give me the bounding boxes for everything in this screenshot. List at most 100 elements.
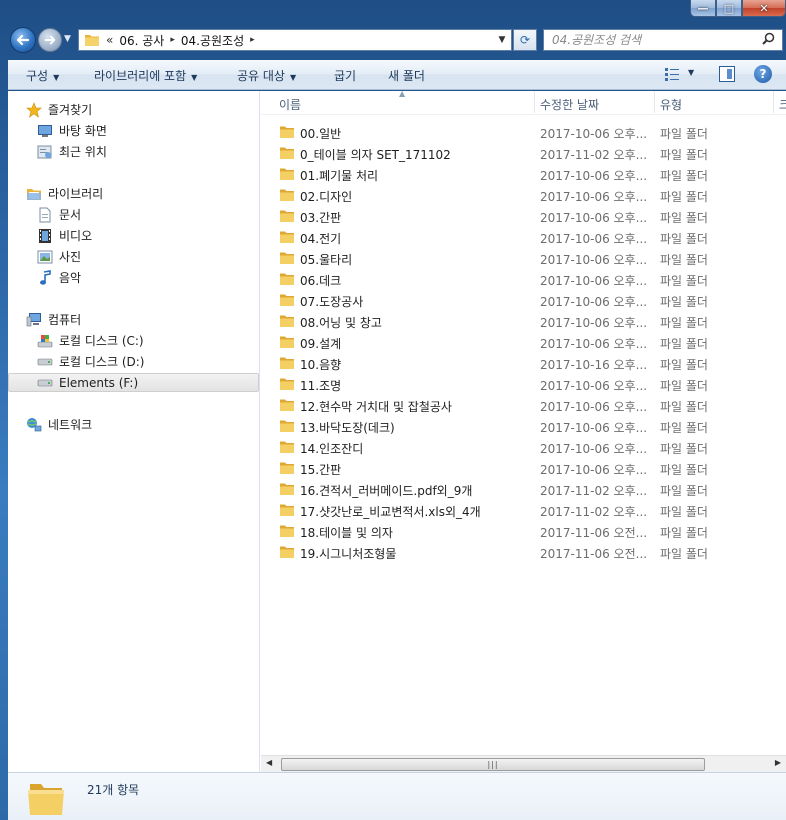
file-type: 파일 폴더 <box>660 232 708 246</box>
file-row[interactable]: 19.시그니처조형물 2017-11-06 오전... 파일 폴더 <box>261 542 786 563</box>
folder-icon <box>279 398 295 415</box>
chevron-down-icon: ▼ <box>191 73 198 82</box>
column-divider[interactable] <box>534 91 535 113</box>
item-count: 21개 항목 <box>87 783 140 797</box>
file-row[interactable]: 12.현수막 거치대 및 잡철공사 2017-10-06 오후... 파일 폴더 <box>261 395 786 416</box>
nav-libraries-label: 라이브러리 <box>48 187 104 201</box>
file-row[interactable]: 18.테이블 및 의자 2017-11-06 오전... 파일 폴더 <box>261 521 786 542</box>
file-date: 2017-10-16 오후... <box>540 358 648 372</box>
breadcrumb-item[interactable]: 06. 공사 <box>119 32 164 49</box>
breadcrumb-overflow[interactable]: « <box>106 33 113 47</box>
address-dropdown[interactable]: ▼ <box>493 30 511 50</box>
file-date: 2017-10-06 오후... <box>540 211 648 225</box>
desktop-icon <box>37 123 53 139</box>
nav-favorites[interactable]: 즐겨찾기 <box>26 100 92 119</box>
recent-pages-dropdown[interactable]: ▼ <box>64 34 71 44</box>
file-name: 10.음향 <box>300 358 342 372</box>
scroll-left-icon[interactable]: ◀ <box>266 758 272 767</box>
nav-drive-c[interactable]: 로컬 디스크 (C:) <box>37 331 144 350</box>
file-row[interactable]: 08.어닝 및 창고 2017-10-06 오후... 파일 폴더 <box>261 311 786 332</box>
maximize-button[interactable]: □ <box>716 0 742 17</box>
address-row: ▼ « 06. 공사 ▸ 04.공원조성 ▸ ▼ ⟳ <box>0 26 786 56</box>
nav-drive-f[interactable]: Elements (F:) <box>8 373 259 392</box>
file-row[interactable]: 03.간판 2017-10-06 오후... 파일 폴더 <box>261 206 786 227</box>
file-type: 파일 폴더 <box>660 337 708 351</box>
file-date: 2017-10-06 오후... <box>540 274 648 288</box>
search-box[interactable] <box>543 29 783 51</box>
refresh-button[interactable]: ⟳ <box>513 29 537 51</box>
file-row[interactable]: 16.견적서_러버메이드.pdf외_9개 2017-11-02 오후... 파일 폴… <box>261 479 786 500</box>
nav-network[interactable]: 네트워크 <box>26 415 92 434</box>
file-row[interactable]: 10.음향 2017-10-16 오후... 파일 폴더 <box>261 353 786 374</box>
nav-desktop[interactable]: 바탕 화면 <box>37 121 107 140</box>
file-row[interactable]: 01.폐기물 처리 2017-10-06 오후... 파일 폴더 <box>261 164 786 185</box>
nav-videos[interactable]: 비디오 <box>37 226 92 245</box>
breadcrumb-item[interactable]: 04.공원조성 <box>181 32 244 49</box>
caption-buttons: — □ ✕ <box>690 0 786 18</box>
scroll-right-icon[interactable]: ▶ <box>775 758 781 767</box>
back-button[interactable] <box>10 27 36 53</box>
folder-icon <box>279 503 295 520</box>
column-divider[interactable] <box>654 91 655 113</box>
preview-pane-icon[interactable] <box>719 66 735 82</box>
breadcrumb-separator[interactable]: ▸ <box>250 35 255 45</box>
view-options-icon[interactable] <box>664 66 680 82</box>
nav-libraries[interactable]: 라이브러리 <box>26 184 103 203</box>
file-row[interactable]: 15.간판 2017-10-06 오후... 파일 폴더 <box>261 458 786 479</box>
include-in-library-menu[interactable]: 라이브러리에 포함 ▼ <box>94 67 197 84</box>
organize-menu[interactable]: 구성 ▼ <box>26 67 59 84</box>
breadcrumb-separator[interactable]: ▸ <box>170 35 175 45</box>
search-icon[interactable] <box>762 32 778 49</box>
file-row[interactable]: 11.조명 2017-10-06 오후... 파일 폴더 <box>261 374 786 395</box>
column-header-name[interactable]: 이름 <box>279 96 301 113</box>
file-row[interactable]: 02.디자인 2017-10-06 오후... 파일 폴더 <box>261 185 786 206</box>
file-row[interactable]: 09.설계 2017-10-06 오후... 파일 폴더 <box>261 332 786 353</box>
file-row[interactable]: 17.샷갓난로_비교변적서.xls외_4개 2017-11-02 오후... 파일 … <box>261 500 786 521</box>
file-type: 파일 폴더 <box>660 400 708 414</box>
forward-button[interactable] <box>38 28 62 52</box>
share-with-menu[interactable]: 공유 대상 ▼ <box>237 67 296 84</box>
nav-music[interactable]: 음악 <box>37 268 81 287</box>
file-row[interactable]: 14.인조잔디 2017-10-06 오후... 파일 폴더 <box>261 437 786 458</box>
file-row[interactable]: 04.전기 2017-10-06 오후... 파일 폴더 <box>261 227 786 248</box>
close-button[interactable]: ✕ <box>742 0 786 17</box>
view-options-dropdown[interactable]: ▼ <box>688 68 694 77</box>
help-icon[interactable]: ? <box>754 65 772 83</box>
column-header-size[interactable]: 크 <box>779 96 786 113</box>
nav-documents[interactable]: 문서 <box>37 205 81 224</box>
file-type: 파일 폴더 <box>660 379 708 393</box>
nav-pictures[interactable]: 사진 <box>37 247 81 266</box>
chevron-down-icon: ▼ <box>289 73 297 82</box>
file-row[interactable]: 13.바닥도장(데크) 2017-10-06 오후... 파일 폴더 <box>261 416 786 437</box>
column-divider[interactable] <box>773 91 774 113</box>
file-type: 파일 폴더 <box>660 463 708 477</box>
file-name: 01.폐기물 처리 <box>300 169 379 183</box>
file-type: 파일 폴더 <box>660 127 708 141</box>
file-row[interactable]: 05.울타리 2017-10-06 오후... 파일 폴더 <box>261 248 786 269</box>
new-folder-button[interactable]: 새 폴더 <box>388 67 425 84</box>
nav-recent-label: 최근 위치 <box>59 145 107 159</box>
column-header-date[interactable]: 수정한 날짜 <box>540 96 599 113</box>
column-header-type[interactable]: 유형 <box>660 96 682 113</box>
horizontal-scrollbar[interactable]: ◀ ||| ▶ <box>261 755 786 772</box>
minimize-button[interactable]: — <box>690 0 716 17</box>
file-row[interactable]: 06.데크 2017-10-06 오후... 파일 폴더 <box>261 269 786 290</box>
file-row[interactable]: 00.일반 2017-10-06 오후... 파일 폴더 <box>261 122 786 143</box>
nav-drive-d[interactable]: 로컬 디스크 (D:) <box>37 352 144 371</box>
search-input[interactable] <box>552 33 762 47</box>
file-type: 파일 폴더 <box>660 505 708 519</box>
file-row[interactable]: 07.도장공사 2017-10-06 오후... 파일 폴더 <box>261 290 786 311</box>
burn-button[interactable]: 굽기 <box>334 67 356 84</box>
file-type: 파일 폴더 <box>660 190 708 204</box>
nav-computer[interactable]: 컴퓨터 <box>26 310 81 329</box>
file-row[interactable]: 0_테이블 의자 SET_171102 2017-11-02 오후... 파일 폴더 <box>261 143 786 164</box>
nav-music-label: 음악 <box>59 271 82 285</box>
file-name: 04.전기 <box>300 232 342 246</box>
refresh-icon: ⟳ <box>519 33 531 47</box>
scrollbar-thumb[interactable]: ||| <box>281 758 705 771</box>
file-name: 17.샷갓난로_비교변적서.xls외_4개 <box>300 505 481 519</box>
file-date: 2017-11-06 오전... <box>540 526 648 540</box>
nav-recent[interactable]: 최근 위치 <box>37 142 107 161</box>
address-bar[interactable]: « 06. 공사 ▸ 04.공원조성 ▸ ▼ <box>78 29 512 51</box>
file-name: 14.인조잔디 <box>300 442 364 456</box>
